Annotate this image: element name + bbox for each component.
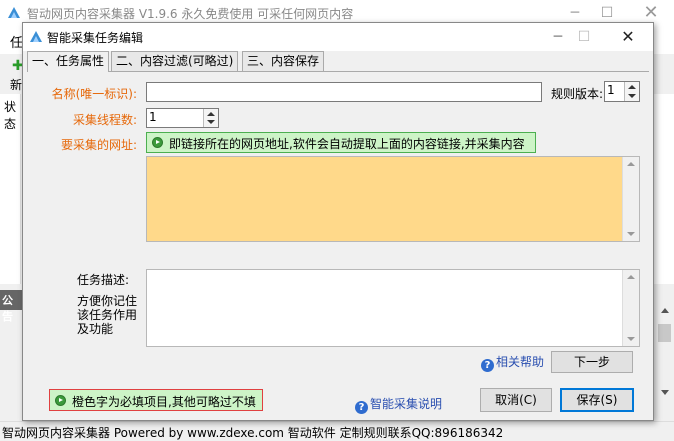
threads-stepper[interactable]: 1 — [146, 108, 219, 128]
dialog-app-icon — [30, 31, 42, 42]
status-bar: 智动网页内容采集器 Powered by www.zdexe.com 智动软件 … — [0, 421, 674, 440]
url-textarea[interactable] — [146, 156, 640, 242]
rule-version-label: 规则版本: — [550, 87, 603, 101]
scroll-down-icon[interactable] — [627, 337, 635, 341]
scroll-up-icon[interactable] — [627, 162, 635, 166]
save-button[interactable]: 保存(S) — [560, 388, 634, 412]
task-edit-dialog: 智能采集任务编辑 ─ ☐ ✕ 一、任务属性 二、内容过滤(可略过) 三、内容保存… — [22, 22, 654, 421]
threads-value[interactable]: 1 — [149, 110, 157, 124]
help-icon[interactable]: ? — [355, 401, 368, 414]
rule-version-value[interactable]: 1 — [607, 83, 615, 97]
scroll-down-icon[interactable] — [661, 390, 669, 395]
tab-content-save[interactable]: 三、内容保存 — [242, 51, 325, 71]
spin-down-icon[interactable] — [628, 94, 636, 98]
spin-down-icon[interactable] — [207, 120, 215, 124]
announcement-label: 公告 — [2, 294, 13, 323]
required-hint-text: 橙色字为必填项目,其他可略过不填 — [72, 395, 256, 409]
scroll-thumb[interactable] — [658, 324, 671, 342]
scroll-up-icon[interactable] — [661, 308, 669, 313]
play-icon — [55, 395, 66, 406]
spin-up-icon[interactable] — [628, 85, 636, 89]
dialog-tabs: 一、任务属性 二、内容过滤(可略过) 三、内容保存 — [27, 51, 649, 72]
next-button[interactable]: 下一步 — [551, 351, 633, 373]
dialog-close-button[interactable]: ✕ — [613, 24, 643, 50]
smart-collect-link-text[interactable]: 智能采集说明 — [370, 397, 442, 411]
dialog-title-bar: 智能采集任务编辑 ─ ☐ ✕ — [23, 23, 653, 51]
desc-label: 任务描述: — [76, 273, 129, 287]
desc-note: 方便你记住该任务作用及功能 — [77, 294, 138, 336]
cancel-button[interactable]: 取消(C) — [480, 388, 552, 412]
name-input[interactable] — [146, 82, 542, 102]
tab-content-filter[interactable]: 二、内容过滤(可略过) — [111, 51, 239, 71]
url-hint: 即链接所在的网页地址,软件会自动提取上面的内容链接,并采集内容 — [146, 132, 536, 153]
help-link-text[interactable]: 相关帮助 — [496, 355, 544, 369]
app-icon — [8, 7, 20, 18]
task-list-panel: 状态 — [0, 94, 21, 284]
dialog-maximize-button[interactable]: ☐ — [569, 24, 599, 50]
status-column-header: 状态 — [4, 100, 17, 131]
threads-label: 采集线程数: — [72, 113, 137, 127]
toolbar-new-label[interactable]: 新 — [10, 76, 22, 93]
desc-textarea-scrollbar[interactable] — [622, 270, 639, 346]
url-hint-text: 即链接所在的网页地址,软件会自动提取上面的内容链接,并采集内容 — [169, 137, 525, 151]
threads-arrows[interactable] — [203, 109, 218, 127]
tab-task-properties[interactable]: 一、任务属性 — [27, 51, 110, 72]
main-window-title: 智动网页内容采集器 V1.9.6 永久免费使用 可采任何网页内容 — [27, 7, 354, 21]
help-link[interactable]: ? 相关帮助 — [481, 353, 544, 372]
announcement-scrollbar[interactable] — [656, 292, 674, 412]
scroll-up-icon[interactable] — [627, 275, 635, 279]
smart-collect-link[interactable]: ? 智能采集说明 — [355, 395, 442, 414]
url-label: 要采集的网址: — [60, 138, 137, 152]
required-hint: 橙色字为必填项目,其他可略过不填 — [49, 389, 263, 411]
announcement-header: 公告 — [0, 290, 22, 323]
url-textarea-scrollbar[interactable] — [622, 157, 639, 241]
dialog-title: 智能采集任务编辑 — [47, 31, 144, 45]
scroll-down-icon[interactable] — [627, 232, 635, 236]
status-text: 智动网页内容采集器 Powered by www.zdexe.com 智动软件 … — [2, 426, 504, 440]
name-label: 名称(唯一标识): — [51, 87, 137, 101]
help-icon[interactable]: ? — [481, 359, 494, 372]
desc-textarea[interactable] — [146, 269, 640, 347]
play-icon — [152, 137, 163, 148]
main-toolbar: ✚ 新 — [0, 54, 24, 94]
spin-up-icon[interactable] — [207, 112, 215, 116]
right-panel — [652, 94, 674, 284]
rule-version-stepper[interactable]: 1 — [604, 81, 640, 102]
rule-version-arrows[interactable] — [624, 82, 639, 101]
